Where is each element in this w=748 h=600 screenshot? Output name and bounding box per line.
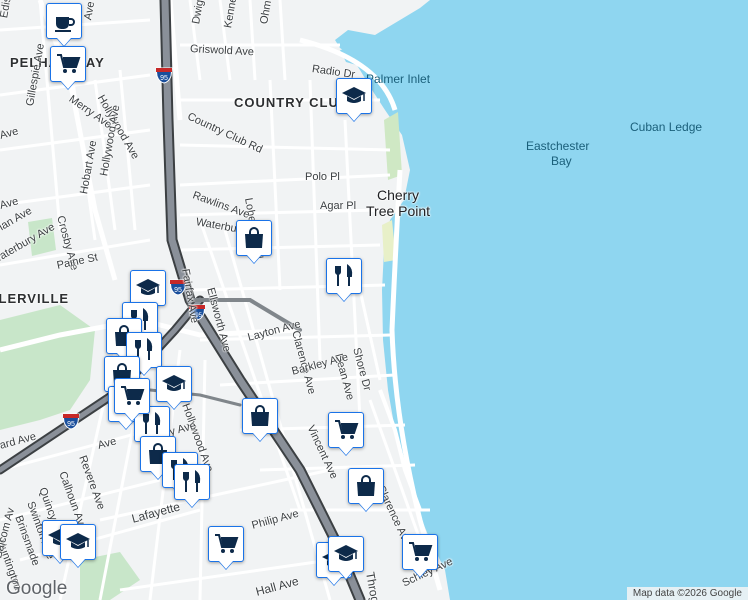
street-label: Agar Pl bbox=[320, 200, 357, 212]
coffee-icon bbox=[51, 8, 77, 34]
map-attribution[interactable]: Map data ©2026 Google bbox=[626, 587, 748, 600]
school-icon bbox=[161, 371, 187, 397]
school-marker[interactable] bbox=[328, 536, 364, 572]
shield-number: 95 bbox=[67, 421, 75, 428]
restaurant-icon bbox=[139, 411, 165, 437]
shopping-cart-icon bbox=[119, 383, 145, 409]
shield-number: 95 bbox=[160, 75, 168, 82]
shopping-bag-icon bbox=[247, 403, 273, 429]
shopping-cart-marker[interactable] bbox=[50, 46, 86, 82]
google-logo: Google bbox=[6, 578, 68, 599]
interstate-shield: 95 bbox=[62, 413, 80, 430]
restaurant-marker[interactable] bbox=[174, 464, 210, 500]
area-label-country-club: COUNTRY CLUB bbox=[234, 95, 350, 110]
shopping-cart-icon bbox=[213, 531, 239, 557]
water-label-bay: Bay bbox=[551, 154, 572, 168]
school-marker[interactable] bbox=[336, 78, 372, 114]
coffee-marker[interactable] bbox=[46, 3, 82, 39]
shopping-bag-marker[interactable] bbox=[348, 468, 384, 504]
shopping-cart-marker[interactable] bbox=[402, 534, 438, 570]
school-icon bbox=[65, 529, 91, 555]
shopping-bag-marker[interactable] bbox=[242, 398, 278, 434]
shopping-bag-marker[interactable] bbox=[236, 220, 272, 256]
school-icon bbox=[333, 541, 359, 567]
place-label-cherry: Cherry bbox=[377, 187, 420, 203]
school-icon bbox=[341, 83, 367, 109]
shopping-bag-icon bbox=[353, 473, 379, 499]
map-base bbox=[0, 0, 748, 600]
water-label-cuban-ledge: Cuban Ledge bbox=[630, 120, 703, 134]
shield-number: 95 bbox=[174, 287, 182, 294]
shopping-bag-icon bbox=[241, 225, 267, 251]
shopping-cart-icon bbox=[333, 417, 359, 443]
water-label-eastchester: Eastchester bbox=[526, 139, 590, 153]
school-icon bbox=[135, 275, 161, 301]
shopping-cart-icon bbox=[407, 539, 433, 565]
place-label-tree-point: Tree Point bbox=[366, 203, 431, 219]
restaurant-marker[interactable] bbox=[326, 258, 362, 294]
interstate-shield: 95 bbox=[155, 67, 173, 84]
school-marker[interactable] bbox=[130, 270, 166, 306]
map-canvas[interactable]: 95 95 695 95 PELHAM BAY COUNTRY CLUB SCH… bbox=[0, 0, 748, 600]
shopping-cart-icon bbox=[55, 51, 81, 77]
restaurant-icon bbox=[331, 263, 357, 289]
water-label-palmer-inlet: Palmer Inlet bbox=[366, 72, 431, 86]
shopping-cart-marker[interactable] bbox=[208, 526, 244, 562]
street-label: Polo Pl bbox=[305, 171, 340, 183]
area-label-schuylerville: SCHUYLERVILLE bbox=[0, 291, 70, 306]
restaurant-icon bbox=[179, 469, 205, 495]
school-marker[interactable] bbox=[156, 366, 192, 402]
shopping-cart-marker[interactable] bbox=[114, 378, 150, 414]
shopping-cart-marker[interactable] bbox=[328, 412, 364, 448]
school-marker[interactable] bbox=[60, 524, 96, 560]
